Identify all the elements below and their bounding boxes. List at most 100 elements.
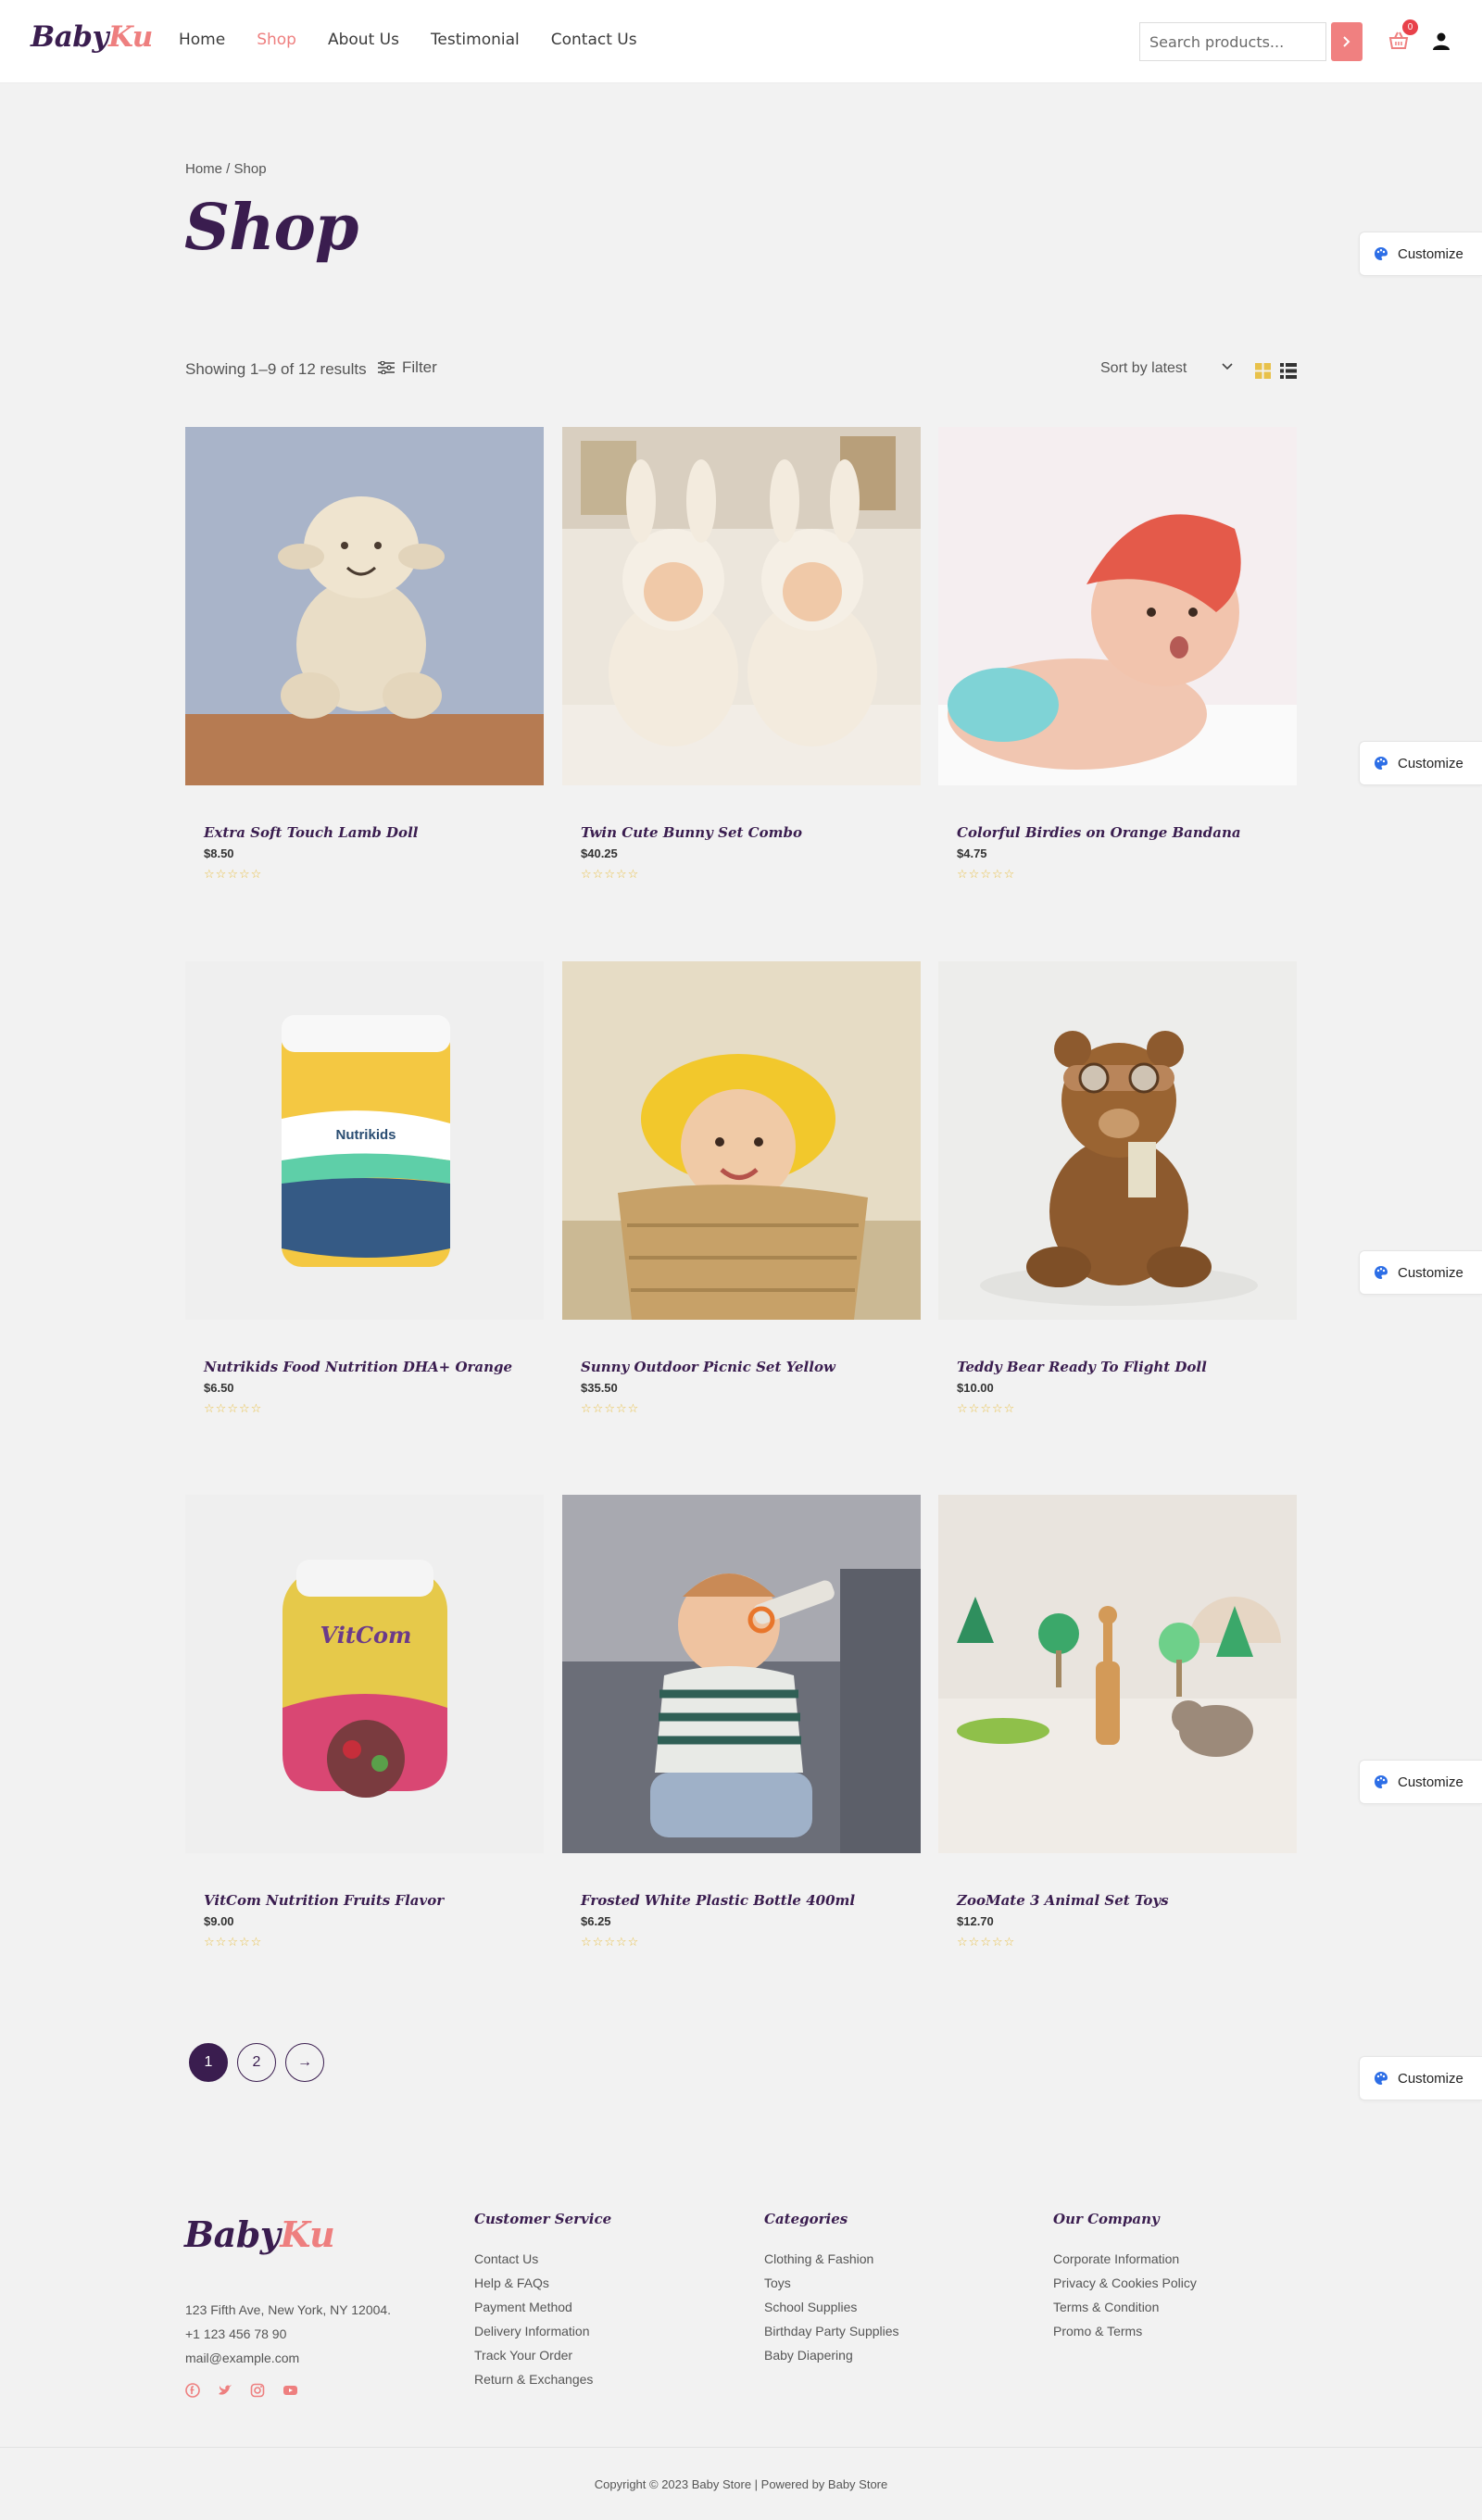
product-card[interactable]: ZooMate 3 Animal Set Toys $12.70 ☆ ☆ ☆ ☆ ☆	[938, 1495, 1297, 1948]
product-card[interactable]: Teddy Bear Ready To Flight Doll $10.00 ☆…	[938, 961, 1297, 1414]
nav-home[interactable]: Home	[179, 31, 225, 49]
product-card[interactable]: Twin Cute Bunny Set Combo $40.25 ☆ ☆ ☆ ☆ ☆	[562, 427, 921, 880]
search-button[interactable]	[1331, 22, 1363, 61]
rating-stars: ☆ ☆ ☆ ☆ ☆	[957, 1401, 1015, 1415]
footer-link[interactable]: School Supplies	[764, 2295, 899, 2319]
product-price: $8.50	[204, 846, 234, 860]
product-image-bunny-set[interactable]	[562, 427, 921, 785]
pagination-page-1[interactable]: 1	[189, 2043, 228, 2082]
product-image-nutrikids[interactable]: Nutrikids	[185, 961, 544, 1320]
footer-link[interactable]: Return & Exchanges	[474, 2367, 611, 2391]
footer-logo[interactable]: BabyKu	[184, 2213, 335, 2255]
footer-link[interactable]: Baby Diapering	[764, 2343, 899, 2367]
chevron-down-icon[interactable]	[1221, 360, 1234, 373]
youtube-icon[interactable]	[283, 2383, 298, 2398]
product-price: $12.70	[957, 1914, 994, 1928]
filter-icon	[378, 361, 395, 374]
product-name[interactable]: Twin Cute Bunny Set Combo	[581, 824, 914, 841]
footer-email[interactable]: mail@example.com	[185, 2346, 391, 2370]
user-account-icon[interactable]	[1431, 31, 1451, 51]
customize-tab[interactable]: Customize	[1359, 232, 1482, 276]
site-logo[interactable]: BabyKu	[31, 20, 153, 54]
rating-stars: ☆ ☆ ☆ ☆ ☆	[957, 867, 1015, 881]
svg-text:VitCom: VitCom	[320, 1622, 412, 1649]
footer-link[interactable]: Toys	[764, 2271, 899, 2295]
list-view-icon[interactable]	[1280, 363, 1297, 379]
footer-column-title: Our Company	[1053, 2211, 1160, 2227]
pagination-next-button[interactable]: →	[285, 2043, 324, 2082]
footer-column-our-company: Our Company Corporate Information Privac…	[1053, 2211, 1197, 2343]
product-card[interactable]: Nutrikids Nutrikids Food Nutrition DHA+ …	[185, 961, 544, 1414]
grid-view-icon[interactable]	[1255, 363, 1271, 379]
rating-stars: ☆ ☆ ☆ ☆ ☆	[581, 1401, 639, 1415]
rating-stars: ☆ ☆ ☆ ☆ ☆	[957, 1935, 1015, 1949]
product-card[interactable]: Frosted White Plastic Bottle 400ml $6.25…	[562, 1495, 921, 1948]
site-header: BabyKu Home Shop About Us Testimonial Co…	[0, 0, 1482, 83]
footer-column-title: Categories	[764, 2211, 848, 2227]
filter-button[interactable]: Filter	[378, 358, 437, 377]
product-image-bottle[interactable]	[562, 1495, 921, 1853]
rating-stars: ☆ ☆ ☆ ☆ ☆	[581, 867, 639, 881]
footer-link[interactable]: Track Your Order	[474, 2343, 611, 2367]
product-card[interactable]: Sunny Outdoor Picnic Set Yellow $35.50 ☆…	[562, 961, 921, 1414]
product-card[interactable]: VitCom VitCom Nutrition Fruits Flavor $9…	[185, 1495, 544, 1948]
rating-stars: ☆ ☆ ☆ ☆ ☆	[204, 867, 262, 881]
product-price: $9.00	[204, 1914, 234, 1928]
palette-icon	[1375, 247, 1388, 260]
product-price: $10.00	[957, 1381, 994, 1395]
product-name[interactable]: Teddy Bear Ready To Flight Doll	[957, 1359, 1290, 1375]
rating-stars: ☆ ☆ ☆ ☆ ☆	[204, 1935, 262, 1949]
nav-contact-us[interactable]: Contact Us	[551, 31, 637, 49]
product-name[interactable]: VitCom Nutrition Fruits Flavor	[204, 1892, 537, 1909]
palette-icon	[1375, 757, 1388, 770]
search-input[interactable]	[1139, 22, 1326, 61]
customize-tab[interactable]: Customize	[1359, 1250, 1482, 1295]
product-image-animal-toys[interactable]	[938, 1495, 1297, 1853]
product-image-lamb-doll[interactable]	[185, 427, 544, 785]
product-image-vitcom[interactable]: VitCom	[185, 1495, 544, 1853]
product-image-teddy-bear[interactable]	[938, 961, 1297, 1320]
pagination-page-2[interactable]: 2	[237, 2043, 276, 2082]
product-card[interactable]: Extra Soft Touch Lamb Doll $8.50 ☆ ☆ ☆ ☆ ☆	[185, 427, 544, 880]
product-name[interactable]: Sunny Outdoor Picnic Set Yellow	[581, 1359, 914, 1375]
product-name[interactable]: Frosted White Plastic Bottle 400ml	[581, 1892, 914, 1909]
product-name[interactable]: ZooMate 3 Animal Set Toys	[957, 1892, 1290, 1909]
product-name[interactable]: Nutrikids Food Nutrition DHA+ Orange	[204, 1359, 537, 1375]
footer-copyright-bar: Copyright © 2023 Baby Store | Powered by…	[0, 2447, 1482, 2520]
footer-link[interactable]: Clothing & Fashion	[764, 2247, 899, 2271]
twitter-icon[interactable]	[218, 2383, 232, 2398]
footer-contact: 123 Fifth Ave, New York, NY 12004. +1 12…	[185, 2298, 391, 2370]
footer-link[interactable]: Delivery Information	[474, 2319, 611, 2343]
customize-tab[interactable]: Customize	[1359, 1760, 1482, 1804]
customize-tab[interactable]: Customize	[1359, 2056, 1482, 2100]
footer-link[interactable]: Privacy & Cookies Policy	[1053, 2271, 1197, 2295]
footer-address: 123 Fifth Ave, New York, NY 12004.	[185, 2302, 392, 2317]
footer-link[interactable]: Promo & Terms	[1053, 2319, 1197, 2343]
footer-link[interactable]: Help & FAQs	[474, 2271, 611, 2295]
filter-label: Filter	[402, 358, 437, 376]
product-name[interactable]: Extra Soft Touch Lamb Doll	[204, 824, 537, 841]
product-image-picnic-set[interactable]	[562, 961, 921, 1320]
svg-text:Nutrikids: Nutrikids	[335, 1127, 396, 1143]
nav-about-us[interactable]: About Us	[328, 31, 399, 49]
product-price: $4.75	[957, 846, 987, 860]
product-card[interactable]: Colorful Birdies on Orange Bandana $4.75…	[938, 427, 1297, 880]
product-image-bandana[interactable]	[938, 427, 1297, 785]
page-title: Shop	[184, 191, 358, 265]
cart-count-badge: 0	[1402, 19, 1418, 35]
sort-select[interactable]: Sort by latest	[1100, 360, 1187, 377]
customize-tab[interactable]: Customize	[1359, 741, 1482, 785]
rating-stars: ☆ ☆ ☆ ☆ ☆	[581, 1935, 639, 1949]
product-name[interactable]: Colorful Birdies on Orange Bandana	[957, 824, 1290, 841]
footer-link[interactable]: Terms & Condition	[1053, 2295, 1197, 2319]
footer-link[interactable]: Contact Us	[474, 2247, 611, 2271]
facebook-icon[interactable]	[185, 2383, 200, 2398]
footer-link[interactable]: Payment Method	[474, 2295, 611, 2319]
footer-link[interactable]: Corporate Information	[1053, 2247, 1197, 2271]
footer-link[interactable]: Birthday Party Supplies	[764, 2319, 899, 2343]
nav-testimonial[interactable]: Testimonial	[431, 31, 520, 49]
footer-phone: +1 123 456 78 90	[185, 2326, 287, 2341]
rating-stars: ☆ ☆ ☆ ☆ ☆	[204, 1401, 262, 1415]
nav-shop[interactable]: Shop	[257, 31, 296, 49]
instagram-icon[interactable]	[250, 2383, 265, 2398]
